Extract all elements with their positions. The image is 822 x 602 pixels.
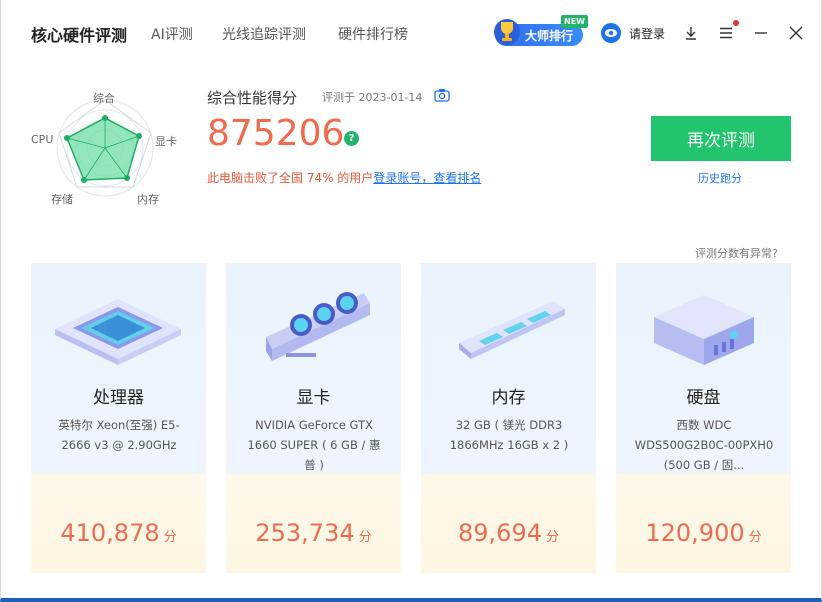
memory-card-title: 内存	[491, 388, 526, 408]
login-button[interactable]: 请登录	[601, 23, 665, 43]
radar-label-overall: 综合	[93, 92, 115, 105]
minimize-icon[interactable]	[753, 25, 769, 41]
performance-radar: 综合 显卡 内存 存储 CPU	[29, 88, 199, 210]
disk-card-score: 120,900 分	[616, 519, 791, 547]
memory-score-value: 89,694	[458, 519, 542, 547]
score-abnormal-link[interactable]: 评测分数有异常?	[695, 245, 778, 261]
cpu-card-score: 410,878 分	[31, 519, 206, 547]
gpu-score-value: 253,734	[255, 519, 355, 547]
close-icon[interactable]	[788, 25, 804, 41]
cpu-card-desc: 英特尔 Xeon(至强) E5-2666 v3 @ 2.90GHz	[58, 418, 180, 452]
disk-score-unit: 分	[748, 530, 762, 545]
memory-score-unit: 分	[545, 530, 559, 545]
gpu-score-unit: 分	[358, 530, 372, 545]
total-score: 875206	[207, 113, 345, 154]
graphics-card-icon	[266, 292, 370, 361]
disk-score-value: 120,900	[645, 519, 745, 547]
tab-ai-benchmark[interactable]: AI评测	[151, 24, 193, 44]
gpu-card-desc: NVIDIA GeForce GTX 1660 SUPER ( 6 GB / 惠…	[247, 418, 381, 472]
new-badge: NEW	[561, 15, 588, 28]
notification-dot	[733, 20, 739, 26]
radar-label-cpu: CPU	[31, 133, 54, 146]
tab-ray-tracing[interactable]: 光线追踪评测	[222, 24, 306, 44]
cpu-score-value: 410,878	[60, 519, 160, 547]
radar-label-memory: 内存	[137, 193, 159, 206]
memory-stick-icon	[459, 301, 565, 359]
tab-hardware-ranking[interactable]: 硬件排行榜	[338, 24, 408, 44]
help-icon[interactable]: ?	[344, 131, 359, 146]
app-title: 核心硬件评测	[31, 26, 128, 45]
trophy-icon	[494, 19, 520, 45]
hard-disk-icon	[654, 295, 754, 365]
login-label: 请登录	[629, 26, 666, 41]
gpu-card-score: 253,734 分	[226, 519, 401, 547]
gpu-card-title: 显卡	[296, 388, 331, 408]
master-rank-label: 大师排行	[525, 28, 574, 43]
history-scores-link[interactable]: 历史跑分	[698, 170, 742, 186]
menu-icon[interactable]	[718, 25, 734, 41]
gpu-card[interactable]: 显卡 NVIDIA GeForce GTX 1660 SUPER ( 6 GB …	[226, 263, 401, 573]
login-ranking-link[interactable]: 登录账号，查看排名	[373, 171, 481, 185]
cpu-score-unit: 分	[163, 530, 177, 545]
disk-card-desc: 西数 WDC WDS500G2B0C-00PXH0 (500 GB / 固...	[634, 418, 774, 472]
radar-label-storage: 存储	[51, 193, 73, 206]
title-bar: 核心硬件评测 AI评测 光线追踪评测 硬件排行榜 大师排行 NEW 请登录	[1, 0, 821, 66]
radar-score-area	[66, 117, 140, 181]
rank-summary: 此电脑击败了全国 74% 的用户登录账号，查看排名	[207, 169, 481, 186]
beat-percent-text: 此电脑击败了全国 74% 的用户	[207, 171, 374, 185]
score-title: 综合性能得分	[207, 89, 298, 107]
memory-card[interactable]: 内存 32 GB ( 镁光 DDR3 1866MHz 16GB x 2 ) 89…	[421, 263, 596, 573]
download-icon[interactable]	[683, 25, 699, 41]
disk-card-title: 硬盘	[686, 388, 721, 408]
disk-card[interactable]: 硬盘 西数 WDC WDS500G2B0C-00PXH0 (500 GB / 固…	[616, 263, 791, 573]
camera-icon[interactable]	[434, 88, 450, 102]
user-avatar-icon	[601, 23, 621, 43]
test-date: 评测于 2023-01-14	[322, 91, 423, 104]
cpu-chip-icon	[55, 299, 181, 365]
memory-card-score: 89,694 分	[421, 519, 596, 547]
cpu-card-title: 处理器	[93, 388, 144, 408]
memory-card-desc: 32 GB ( 镁光 DDR3 1866MHz 16GB x 2 )	[449, 418, 569, 452]
radar-label-gpu: 显卡	[155, 135, 177, 148]
retest-button[interactable]: 再次评测	[651, 116, 791, 161]
cpu-card[interactable]: 处理器 英特尔 Xeon(至强) E5-2666 v3 @ 2.90GHz 41…	[31, 263, 206, 573]
